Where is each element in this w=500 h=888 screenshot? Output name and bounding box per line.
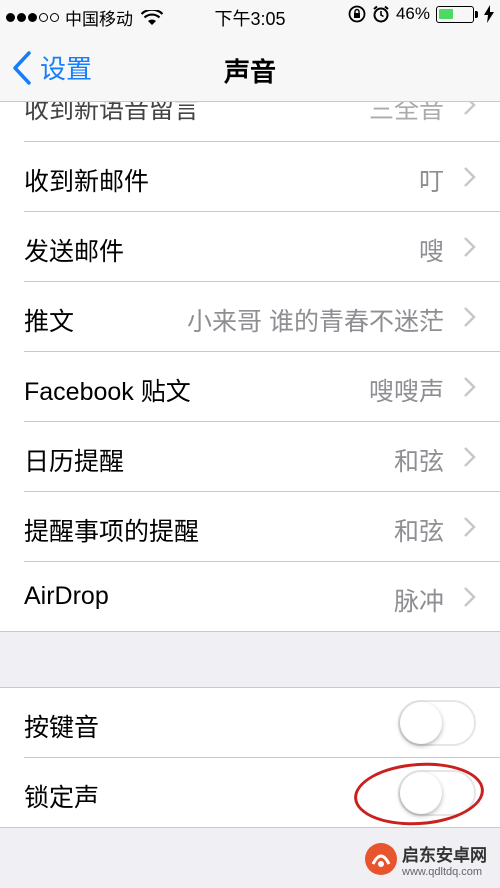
list-item-calendar-alerts[interactable]: 日历提醒 和弦: [0, 422, 500, 492]
row-value: 和弦: [393, 518, 444, 546]
alarm-icon: [373, 5, 389, 23]
battery-icon: [436, 5, 474, 23]
row-value: 嗖: [418, 238, 444, 266]
row-label: AirDrop: [24, 582, 109, 610]
chevron-right-icon: [464, 517, 476, 537]
list-item-sent-mail[interactable]: 发送邮件 嗖: [0, 212, 500, 282]
page-title: 声音: [223, 57, 276, 87]
watermark: 启东安卓网 www.qdltdq.com: [364, 834, 494, 884]
list-item-airdrop[interactable]: AirDrop 脉冲: [0, 562, 500, 632]
watermark-url: www.qdltdq.com: [402, 865, 483, 878]
row-label: 按键音: [24, 714, 100, 742]
row-value: 小来哥 谁的青春不迷茫: [187, 308, 444, 336]
watermark-name: 启东安卓网: [402, 845, 487, 865]
navigation-bar: 设置 声音: [0, 32, 500, 102]
list-item-tweet[interactable]: 推文 小来哥 谁的青春不迷茫: [0, 282, 500, 352]
sound-settings-list: 收到新语音留言 三全音 收到新邮件 叮 发送邮件 嗖 推文 小来哥 谁的青春不迷…: [0, 102, 500, 828]
charging-icon: [484, 5, 494, 23]
list-item-facebook-post[interactable]: Facebook 贴文 嗖嗖声: [0, 352, 500, 422]
row-value: 脉冲: [393, 588, 444, 616]
watermark-logo-icon: [365, 843, 397, 875]
row-label: 提醒事项的提醒: [24, 518, 200, 546]
section-spacer: [0, 632, 500, 688]
list-item-keyboard-clicks: 按键音: [0, 688, 500, 758]
keyboard-clicks-toggle[interactable]: [398, 700, 476, 746]
row-value: 和弦: [393, 448, 444, 476]
chevron-right-icon: [464, 102, 476, 115]
row-label: 推文: [24, 308, 75, 336]
list-item-new-mail[interactable]: 收到新邮件 叮: [0, 142, 500, 212]
chevron-right-icon: [464, 307, 476, 327]
row-label: 收到新语音留言: [24, 102, 200, 124]
chevron-right-icon: [464, 587, 476, 607]
row-label: Facebook 贴文: [24, 378, 191, 406]
row-label: 收到新邮件: [24, 168, 150, 196]
row-label: 日历提醒: [24, 448, 125, 476]
row-label: 发送邮件: [24, 238, 125, 266]
toggle-knob: [400, 702, 442, 744]
rotation-lock-icon: [348, 5, 366, 23]
row-value: 嗖嗖声: [368, 378, 444, 406]
status-bar: 中国移动 下午3:05 46%: [0, 0, 500, 32]
chevron-right-icon: [464, 237, 476, 257]
list-item-new-voicemail[interactable]: 收到新语音留言 三全音: [0, 102, 500, 142]
row-value: 三全音: [368, 102, 444, 124]
battery-percent: 46%: [395, 4, 430, 23]
chevron-right-icon: [464, 377, 476, 397]
chevron-right-icon: [464, 447, 476, 467]
row-value: 叮: [418, 168, 444, 196]
chevron-right-icon: [464, 167, 476, 187]
row-label: 锁定声: [24, 784, 100, 812]
list-item-reminder-alerts[interactable]: 提醒事项的提醒 和弦: [0, 492, 500, 562]
